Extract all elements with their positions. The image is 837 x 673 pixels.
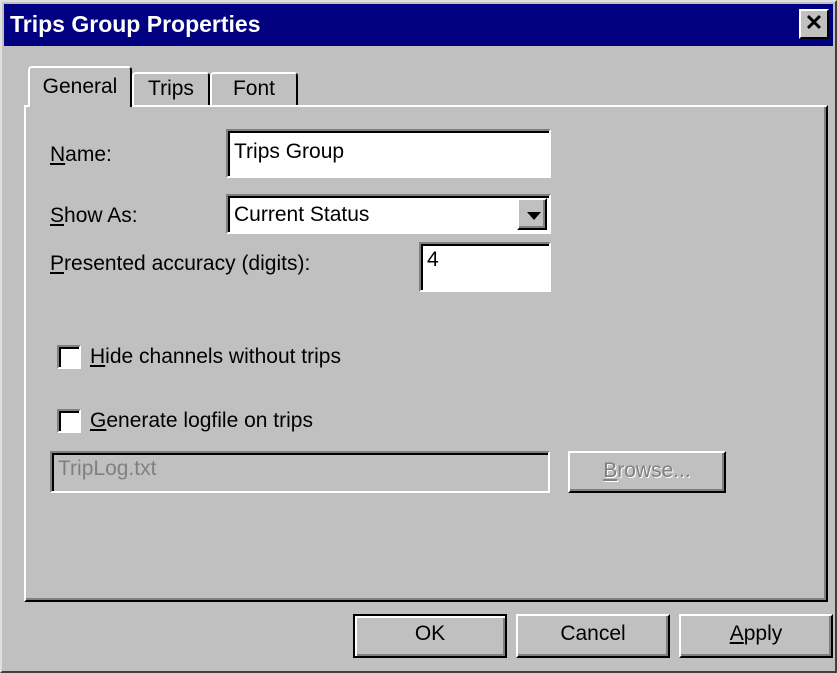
hide-channels-checkbox[interactable] <box>57 345 81 369</box>
hide-channels-label[interactable]: Hide channels without trips <box>90 345 341 369</box>
ok-button[interactable]: OK <box>353 614 507 658</box>
show-as-selected-value: Current Status <box>234 203 370 226</box>
show-as-dropdown[interactable]: Current Status <box>226 194 551 234</box>
tab-trips[interactable]: Trips <box>132 72 210 105</box>
close-icon: ✕ <box>804 10 824 35</box>
generate-logfile-label[interactable]: Generate logfile on trips <box>90 409 313 433</box>
tab-general[interactable]: General <box>28 66 132 107</box>
tab-general-label: General <box>42 75 118 98</box>
apply-button[interactable]: Apply <box>679 614 833 658</box>
name-label: Name: <box>50 143 112 166</box>
generate-logfile-checkbox[interactable] <box>57 409 81 433</box>
title-bar[interactable]: Trips Group Properties ✕ <box>4 4 833 46</box>
name-input-value: Trips Group <box>234 140 345 163</box>
close-button[interactable]: ✕ <box>799 9 829 39</box>
tab-trips-label: Trips <box>148 77 194 100</box>
logfile-path-value: TripLog.txt <box>58 457 157 480</box>
window-title: Trips Group Properties <box>10 11 261 37</box>
browse-button[interactable]: Browse... <box>568 451 726 493</box>
properties-dialog: Trips Group Properties ✕ General Trips F… <box>0 0 837 673</box>
tab-font-label: Font <box>232 77 276 100</box>
accuracy-input-value: 4 <box>427 248 439 271</box>
tab-font[interactable]: Font <box>210 72 298 105</box>
accuracy-label: Presented accuracy (digits): <box>50 252 311 275</box>
logfile-path-input[interactable]: TripLog.txt <box>50 451 550 493</box>
accuracy-input[interactable]: 4 <box>419 242 551 292</box>
name-input[interactable]: Trips Group <box>226 129 551 178</box>
general-tab-panel: Name: Trips Group Show As: Current Statu… <box>24 105 828 602</box>
show-as-label: Show As: <box>50 204 138 227</box>
cancel-button[interactable]: Cancel <box>516 614 670 658</box>
chevron-down-icon[interactable] <box>517 198 547 230</box>
